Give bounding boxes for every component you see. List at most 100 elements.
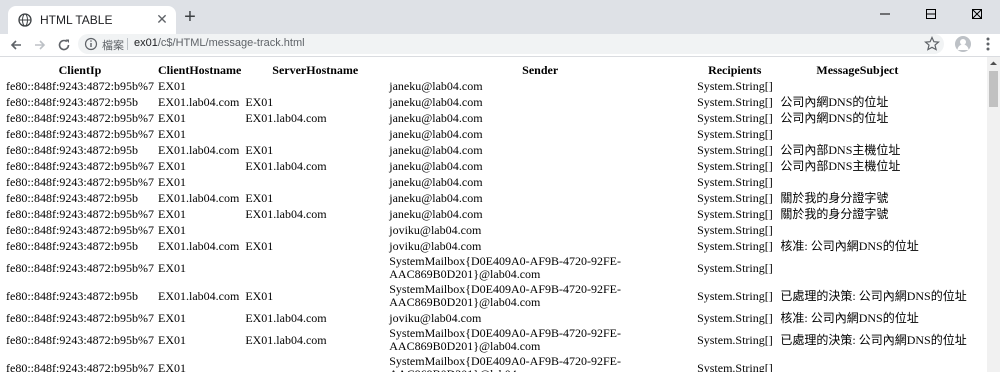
- table-cell: EX01.lab04.com: [157, 190, 240, 205]
- table-cell: EX01: [157, 222, 186, 237]
- window-close-icon[interactable]: [954, 0, 1000, 28]
- table-cell: fe80::848f:9243:4872:b95b%7: [6, 222, 154, 237]
- table-cell: EX01.lab04.com: [245, 332, 327, 347]
- close-icon[interactable]: ✕: [154, 11, 170, 27]
- table-cell: joviku@lab04.com: [389, 310, 482, 325]
- table-cell: janeku@lab04.com: [389, 142, 483, 157]
- table-cell: fe80::848f:9243:4872:b95b: [6, 190, 138, 205]
- table-cell: janeku@lab04.com: [389, 78, 483, 93]
- table-cell: EX01: [245, 190, 274, 205]
- table-cell: System.String[]: [697, 260, 773, 275]
- table-cell: 核准: 公司內網DNS的位址: [780, 238, 919, 253]
- table-cell: EX01.lab04.com: [245, 310, 327, 325]
- column-header: ServerHostname: [272, 63, 359, 77]
- table-header-row: ClientIp ClientHostname ServerHostname S…: [4, 63, 987, 78]
- table-row: fe80::848f:9243:4872:b95b%7 EX01 EX01.lab0…: [4, 206, 987, 222]
- table-cell: EX01: [245, 238, 274, 253]
- table-cell: System.String[]: [697, 126, 773, 141]
- table-row: fe80::848f:9243:4872:b95b%7 EX01 janeku@la…: [4, 174, 987, 190]
- avatar-icon[interactable]: [955, 36, 971, 52]
- table-cell: janeku@lab04.com: [389, 190, 483, 205]
- forward-icon[interactable]: [30, 35, 50, 55]
- info-icon[interactable]: [84, 37, 98, 51]
- browser-tab[interactable]: HTML TABLE ✕: [8, 6, 176, 34]
- table-row: fe80::848f:9243:4872:b95b%7 EX01 janeku@la…: [4, 78, 987, 94]
- table-cell: 公司內網DNS的位址: [780, 110, 889, 125]
- table-row: fe80::848f:9243:4872:b95b%7 EX01 EX01.lab0…: [4, 110, 987, 126]
- table-cell: 已處理的決策: 公司內網DNS的位址: [780, 332, 967, 347]
- table-cell: EX01.lab04.com: [157, 142, 240, 157]
- table-cell: 公司內部DNS主機位址: [780, 158, 901, 173]
- table-cell: fe80::848f:9243:4872:b95b%7: [6, 126, 154, 141]
- table-cell: [776, 354, 987, 372]
- table-cell: [243, 126, 387, 142]
- table-cell: System.String[]: [697, 174, 773, 189]
- table-cell: EX01.lab04.com: [245, 206, 327, 221]
- table-cell: [243, 222, 387, 238]
- table-cell: [776, 174, 987, 190]
- column-header: Sender: [522, 63, 559, 77]
- table-cell: System.String[]: [697, 360, 773, 372]
- table-cell: System.String[]: [697, 78, 773, 93]
- table-cell: System.String[]: [697, 190, 773, 205]
- table-cell: 已處理的決策: 公司內網DNS的位址: [780, 288, 967, 303]
- table-cell: 關於我的身分證字號: [780, 206, 889, 221]
- table-cell: 公司內部DNS主機位址: [780, 142, 901, 157]
- back-icon[interactable]: [6, 35, 26, 55]
- table-row: fe80::848f:9243:4872:b95b%7 EX01 joviku@la…: [4, 222, 987, 238]
- table-cell: janeku@lab04.com: [389, 158, 483, 173]
- scrollbar-thumb[interactable]: [989, 71, 998, 107]
- address-bar[interactable]: 檔案 ex01/c$/HTML/message-track.html: [78, 34, 944, 54]
- page-content: ClientIp ClientHostname ServerHostname S…: [0, 57, 987, 372]
- table-cell: fe80::848f:9243:4872:b95b%7: [6, 158, 154, 173]
- table-cell: System.String[]: [697, 332, 773, 347]
- message-track-table: ClientIp ClientHostname ServerHostname S…: [4, 63, 987, 372]
- table-cell: EX01: [245, 94, 274, 109]
- table-cell: joviku@lab04.com: [389, 222, 482, 237]
- table-cell: fe80::848f:9243:4872:b95b%7: [6, 360, 154, 372]
- table-cell: SystemMailbox{D0E409A0-AF9B-4720-92FE-AA…: [389, 282, 621, 309]
- table-cell: [776, 254, 987, 282]
- table-cell: fe80::848f:9243:4872:b95b%7: [6, 110, 154, 125]
- table-cell: [243, 354, 387, 372]
- table-cell: System.String[]: [697, 288, 773, 303]
- table-row: fe80::848f:9243:4872:b95b EX01.lab04.com E…: [4, 94, 987, 110]
- table-row: fe80::848f:9243:4872:b95b EX01.lab04.com E…: [4, 190, 987, 206]
- table-row: fe80::848f:9243:4872:b95b%7 EX01 EX01.lab0…: [4, 326, 987, 354]
- table-cell: fe80::848f:9243:4872:b95b%7: [6, 206, 154, 221]
- table-cell: fe80::848f:9243:4872:b95b%7: [6, 174, 154, 189]
- url-text[interactable]: ex01/c$/HTML/message-track.html: [134, 37, 305, 49]
- toolbar: 檔案 ex01/c$/HTML/message-track.html: [0, 34, 1000, 57]
- maximize-icon[interactable]: [908, 0, 954, 28]
- table-cell: System.String[]: [697, 158, 773, 173]
- reload-icon[interactable]: [54, 35, 74, 55]
- table-cell: janeku@lab04.com: [389, 126, 483, 141]
- minimize-icon[interactable]: [862, 0, 908, 28]
- table-cell: fe80::848f:9243:4872:b95b: [6, 94, 138, 109]
- table-cell: System.String[]: [697, 94, 773, 109]
- table-cell: SystemMailbox{D0E409A0-AF9B-4720-92FE-AA…: [389, 354, 621, 372]
- scroll-up-icon[interactable]: [987, 57, 1000, 70]
- table-cell: System.String[]: [697, 206, 773, 221]
- column-header: ClientIp: [58, 63, 102, 77]
- vertical-scrollbar[interactable]: [987, 57, 1000, 372]
- menu-icon[interactable]: [982, 36, 994, 52]
- table-cell: [243, 174, 387, 190]
- table-cell: janeku@lab04.com: [389, 174, 483, 189]
- table-cell: EX01: [245, 142, 274, 157]
- table-cell: fe80::848f:9243:4872:b95b%7: [6, 310, 154, 325]
- star-icon[interactable]: [924, 36, 940, 52]
- column-header: ClientHostname: [157, 63, 242, 77]
- table-cell: SystemMailbox{D0E409A0-AF9B-4720-92FE-AA…: [389, 326, 621, 353]
- table-cell: [243, 254, 387, 282]
- table-cell: EX01: [157, 126, 186, 141]
- table-cell: System.String[]: [697, 110, 773, 125]
- table-cell: 公司內網DNS的位址: [780, 94, 889, 109]
- table-row: fe80::848f:9243:4872:b95b%7 EX01 EX01.lab0…: [4, 310, 987, 326]
- table-row: fe80::848f:9243:4872:b95b%7 EX01 janeku@la…: [4, 126, 987, 142]
- table-cell: EX01.lab04.com: [245, 158, 327, 173]
- plus-icon[interactable]: +: [180, 7, 200, 28]
- table-cell: fe80::848f:9243:4872:b95b%7: [6, 260, 154, 275]
- table-cell: [776, 126, 987, 142]
- table-cell: [776, 78, 987, 94]
